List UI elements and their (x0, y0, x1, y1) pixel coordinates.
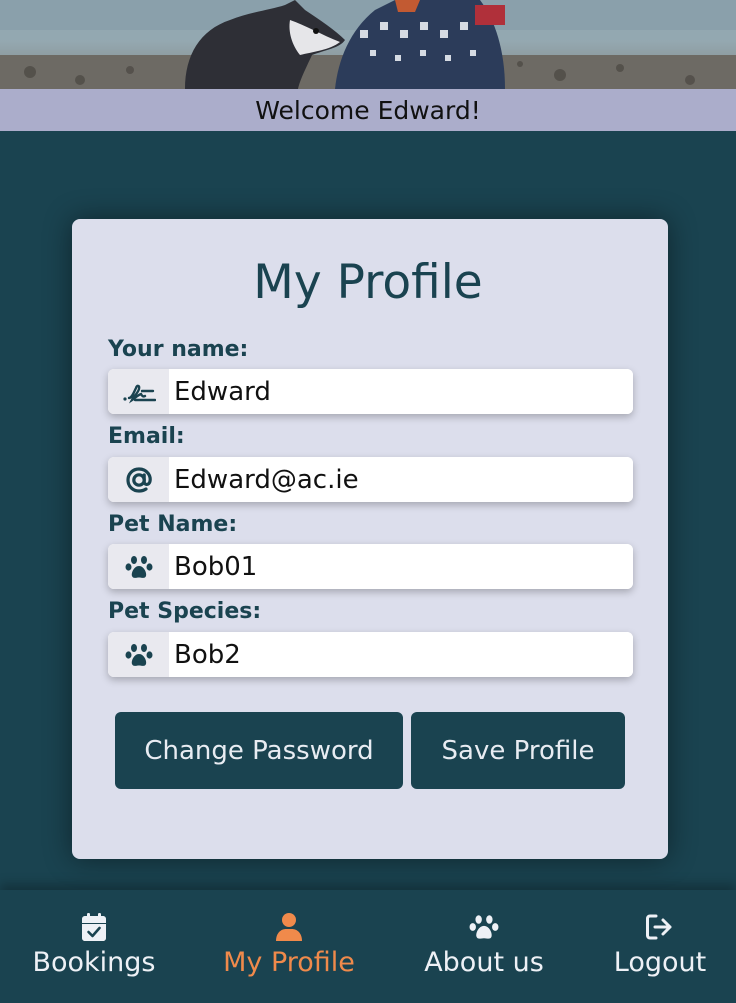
pet-name-input[interactable] (169, 544, 633, 589)
name-field (108, 369, 633, 414)
bottom-nav: Bookings My Profile About us Logout (0, 890, 736, 1003)
paw-icon (108, 632, 169, 677)
nav-item-my-profile[interactable]: My Profile (219, 890, 359, 1003)
page-title: My Profile (253, 255, 483, 310)
nav-item-bookings[interactable]: Bookings (32, 890, 156, 1003)
nav-label-bookings: Bookings (32, 947, 156, 978)
paw-icon (108, 544, 169, 589)
nav-label-logout: Logout (613, 947, 707, 978)
welcome-banner: Welcome Edward! (0, 89, 736, 131)
email-label: Email: (108, 424, 185, 449)
paw-icon (469, 911, 499, 943)
pet-species-input[interactable] (169, 632, 633, 677)
change-password-button[interactable]: Change Password (115, 712, 403, 789)
save-profile-button[interactable]: Save Profile (411, 712, 625, 789)
signature-icon (108, 369, 169, 414)
user-icon (275, 911, 303, 943)
nav-item-logout[interactable]: Logout (610, 890, 710, 1003)
at-icon (108, 457, 169, 502)
nav-label-my-profile: My Profile (223, 947, 355, 978)
pet-name-label: Pet Name: (108, 512, 238, 537)
hero-photo (0, 0, 736, 89)
email-input[interactable] (169, 457, 633, 502)
nav-item-about-us[interactable]: About us (419, 890, 549, 1003)
logout-icon (645, 911, 675, 943)
welcome-text: Welcome Edward! (255, 95, 481, 125)
pet-species-field (108, 632, 633, 677)
calendar-check-icon (81, 911, 107, 943)
pet-name-field (108, 544, 633, 589)
name-input[interactable] (169, 369, 633, 414)
nav-label-about-us: About us (424, 947, 544, 978)
pet-species-label: Pet Species: (108, 599, 262, 624)
email-field (108, 457, 633, 502)
name-label: Your name: (108, 337, 249, 362)
